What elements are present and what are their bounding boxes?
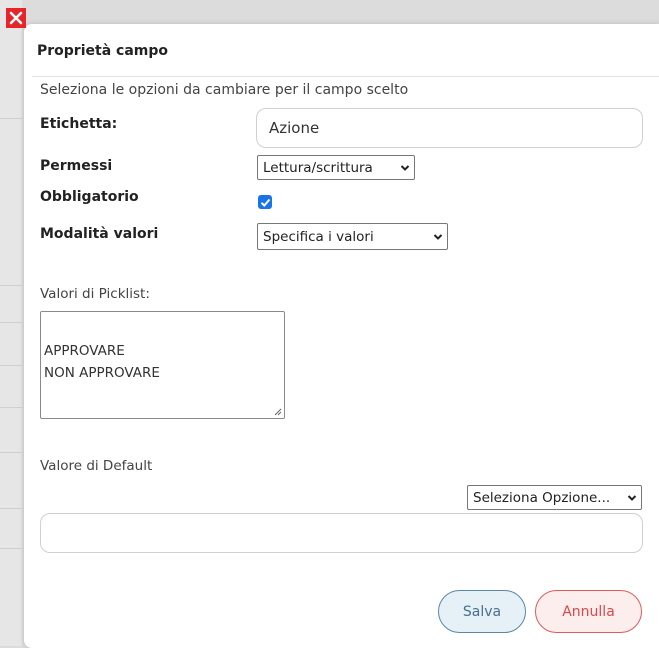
- picklist-value: NON APPROVARE: [44, 365, 160, 381]
- close-icon: [9, 11, 23, 25]
- label-input[interactable]: Azione: [256, 108, 643, 148]
- dialog-subtitle: Seleziona le opzioni da cambiare per il …: [40, 82, 409, 98]
- save-button-label: Salva: [462, 603, 502, 620]
- required-checkbox[interactable]: [258, 195, 272, 209]
- field-properties-dialog: Proprietà campo Seleziona le opzioni da …: [24, 24, 659, 648]
- picklist-caption: Valori di Picklist:: [40, 286, 150, 302]
- background-divider: [0, 407, 22, 408]
- save-button[interactable]: Salva: [438, 590, 526, 633]
- default-value-input[interactable]: [40, 513, 643, 553]
- background-divider: [0, 508, 22, 509]
- default-option-select[interactable]: Seleziona Opzione...: [467, 485, 642, 510]
- default-option-select-value: Seleziona Opzione...: [473, 489, 611, 506]
- default-value-caption: Valore di Default: [40, 458, 153, 474]
- cancel-button-label: Annulla: [562, 603, 615, 620]
- picklist-value: APPROVARE: [44, 343, 125, 359]
- permissions-select[interactable]: Lettura/scrittura: [257, 155, 415, 180]
- background-panel: [0, 0, 22, 646]
- check-icon: [260, 198, 270, 207]
- label-field-caption: Etichetta:: [40, 116, 118, 132]
- background-divider: [0, 118, 22, 119]
- header-divider: [32, 76, 659, 77]
- value-mode-caption: Modalità valori: [40, 226, 159, 242]
- background-divider: [0, 365, 22, 366]
- value-mode-select-value: Specifica i valori: [263, 228, 374, 245]
- background-divider: [0, 452, 22, 453]
- required-caption: Obbligatorio: [40, 189, 139, 205]
- chevron-down-icon: [627, 494, 637, 501]
- picklist-textarea[interactable]: APPROVARE NON APPROVARE: [40, 311, 285, 419]
- value-mode-select[interactable]: Specifica i valori: [257, 223, 448, 250]
- chevron-down-icon: [433, 233, 443, 240]
- background-divider: [0, 285, 22, 286]
- chevron-down-icon: [400, 164, 410, 171]
- background-divider: [0, 322, 22, 323]
- permissions-caption: Permessi: [40, 158, 113, 174]
- close-button[interactable]: [6, 8, 26, 28]
- background-divider: [0, 548, 22, 549]
- dialog-title: Proprietà campo: [37, 43, 168, 59]
- label-input-value: Azione: [269, 119, 320, 137]
- resize-handle-icon[interactable]: [273, 407, 282, 416]
- permissions-select-value: Lettura/scrittura: [263, 159, 373, 176]
- cancel-button[interactable]: Annulla: [535, 590, 642, 633]
